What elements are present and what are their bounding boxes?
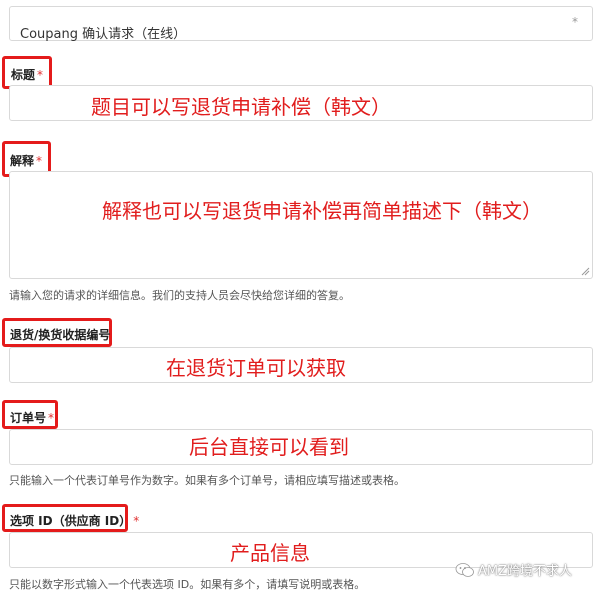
title-label: 标题 *: [11, 66, 43, 83]
request-type-select[interactable]: Coupang 确认请求（在线） *: [9, 6, 593, 42]
order-number-annotation: 后台直接可以看到: [189, 435, 349, 459]
option-id-label: 选项 ID（供应商 ID） *: [10, 512, 139, 529]
title-annotation: 题目可以写退货申请补偿（韩文）: [91, 95, 391, 119]
resize-handle-icon[interactable]: [580, 266, 590, 276]
required-mark: *: [36, 154, 43, 168]
option-id-label-text: 选项 ID（供应商 ID）: [10, 514, 132, 528]
request-type-value: Coupang 确认请求（在线）: [20, 27, 187, 42]
description-annotation: 解释也可以写退货申请补偿再简单描述下（韩文）: [102, 199, 542, 223]
return-number-annotation: 在退货订单可以获取: [166, 356, 346, 380]
option-id-annotation: 产品信息: [230, 541, 310, 565]
order-number-label-text: 订单号: [10, 411, 47, 425]
wechat-icon: [455, 563, 474, 577]
return-number-label: 退货/换货收据编号: [10, 328, 111, 342]
description-help-text: 请输入您的请求的详细信息。我们的支持人员会尽快给您详细的答复。: [9, 289, 350, 302]
description-label-text: 解释: [10, 154, 35, 168]
order-number-label: 订单号 *: [10, 409, 54, 426]
required-mark: *: [572, 15, 578, 29]
option-id-help-text: 只能以数字形式输入一个代表选项 ID。如果有多个，请填写说明或表格。: [9, 578, 366, 591]
watermark-text: AMZ跨境不求人: [478, 564, 573, 579]
title-label-text: 标题: [11, 68, 36, 82]
required-mark: *: [133, 514, 140, 528]
description-textarea[interactable]: [9, 171, 593, 279]
required-mark: *: [37, 68, 44, 82]
required-mark: *: [48, 411, 55, 425]
description-label: 解释 *: [10, 152, 42, 169]
order-number-help-text: 只能输入一个代表订单号作为数字。如果有多个订单号，请相应填写描述或表格。: [9, 474, 405, 487]
